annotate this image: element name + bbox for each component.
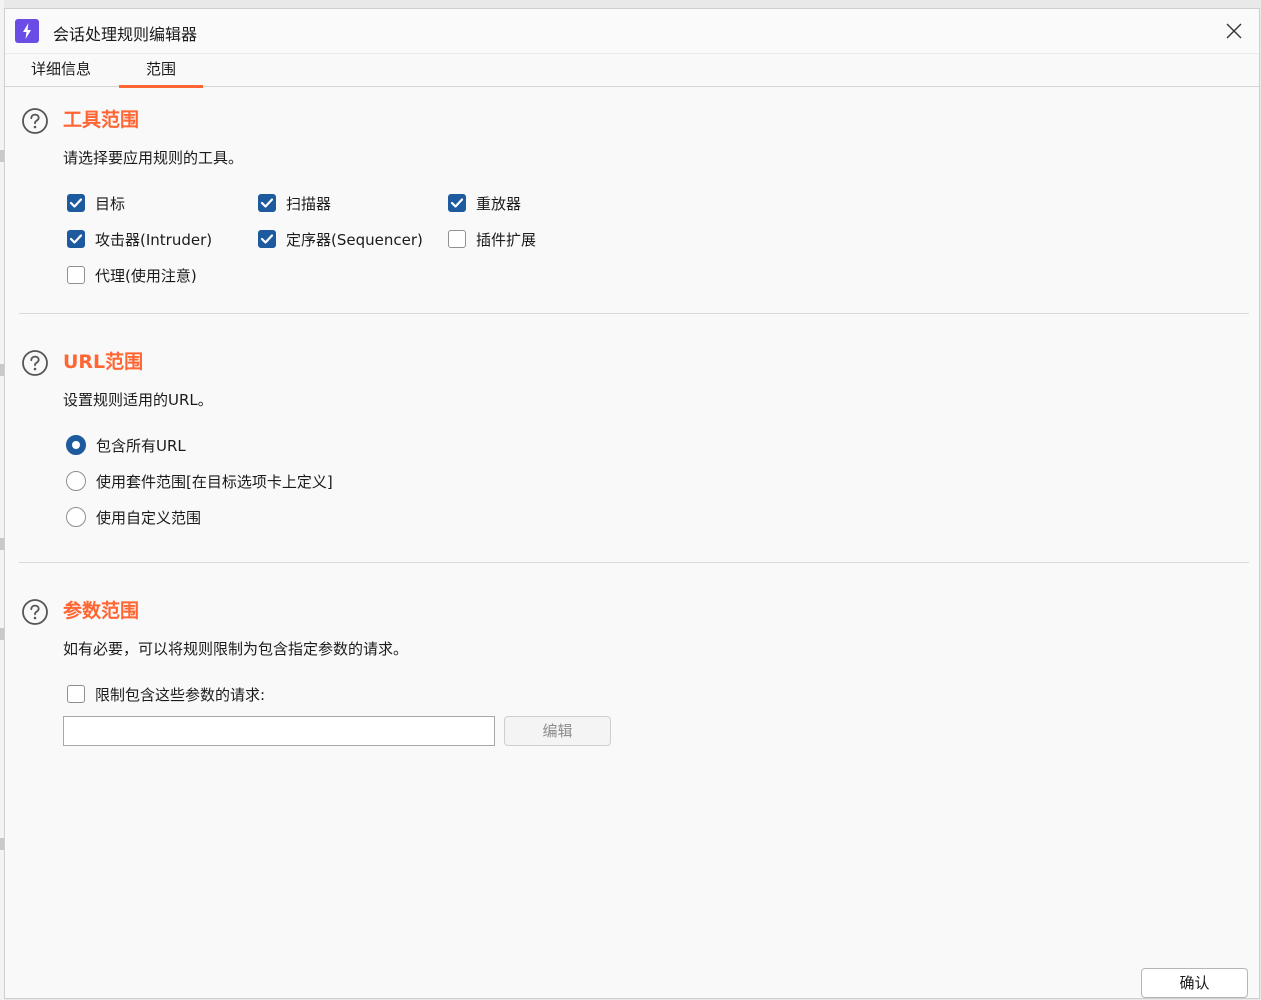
tool-scope-description: 请选择要应用规则的工具。 [63, 149, 244, 167]
radio-button[interactable] [66, 507, 86, 527]
tool-scope-title: 工具范围 [63, 109, 140, 131]
checkbox-repeater[interactable]: 重放器 [448, 191, 521, 215]
params-input[interactable] [63, 716, 495, 746]
tab-bar: 详细信息 范围 [5, 53, 1259, 88]
ok-button[interactable]: 确认 [1141, 968, 1248, 998]
session-rule-editor-dialog: 会话处理规则编辑器 详细信息 范围 工具范围 请选择要应用规则的工具。 目标 扫… [4, 8, 1260, 999]
radio-suite-scope[interactable]: 使用套件范围[在目标选项卡上定义] [66, 469, 333, 493]
section-divider [19, 313, 1249, 314]
checkbox-label: 攻击器(Intruder) [95, 230, 213, 249]
checkbox-scanner[interactable]: 扫描器 [258, 191, 331, 215]
param-scope-description: 如有必要，可以将规则限制为包含指定参数的请求。 [63, 640, 409, 658]
url-scope-title: URL范围 [63, 351, 144, 373]
url-scope-description: 设置规则适用的URL。 [63, 391, 213, 409]
checkbox-box[interactable] [448, 230, 466, 248]
help-icon[interactable] [21, 598, 49, 626]
radio-button[interactable] [66, 471, 86, 491]
radio-label: 包含所有URL [96, 436, 186, 455]
checkbox-proxy[interactable]: 代理(使用注意) [67, 263, 197, 287]
checkmark-icon [260, 234, 274, 244]
close-icon [1226, 23, 1242, 39]
checkbox-label: 目标 [95, 194, 126, 213]
radio-label: 使用自定义范围 [96, 508, 202, 527]
checkmark-icon [450, 198, 464, 208]
checkbox-box[interactable] [67, 230, 85, 248]
close-button[interactable] [1217, 15, 1251, 47]
help-icon[interactable] [21, 349, 49, 377]
radio-button[interactable] [66, 435, 86, 455]
title-bar[interactable]: 会话处理规则编辑器 [5, 9, 1259, 53]
lightning-app-icon [15, 19, 39, 43]
radio-all-urls[interactable]: 包含所有URL [66, 433, 186, 457]
radio-custom-scope[interactable]: 使用自定义范围 [66, 505, 201, 529]
checkbox-label: 定序器(Sequencer) [286, 230, 423, 249]
param-scope-title: 参数范围 [63, 600, 140, 622]
checkbox-target[interactable]: 目标 [67, 191, 125, 215]
radio-label: 使用套件范围[在目标选项卡上定义] [96, 472, 333, 491]
section-divider [19, 562, 1249, 563]
checkmark-icon [260, 198, 274, 208]
checkbox-box[interactable] [67, 266, 85, 284]
checkbox-label: 插件扩展 [476, 230, 537, 249]
window-title: 会话处理规则编辑器 [53, 25, 198, 44]
checkbox-restrict-params[interactable]: 限制包含这些参数的请求: [67, 682, 265, 706]
checkbox-extensions[interactable]: 插件扩展 [448, 227, 536, 251]
checkbox-sequencer[interactable]: 定序器(Sequencer) [258, 227, 423, 251]
checkbox-label: 代理(使用注意) [95, 266, 197, 285]
checkbox-label: 限制包含这些参数的请求: [95, 685, 266, 704]
edit-button[interactable]: 编辑 [504, 716, 611, 746]
checkmark-icon [69, 234, 83, 244]
tab-scope[interactable]: 范围 [119, 54, 203, 88]
checkbox-box[interactable] [448, 194, 466, 212]
tab-details[interactable]: 详细信息 [15, 54, 107, 88]
checkbox-box[interactable] [67, 194, 85, 212]
checkbox-label: 扫描器 [286, 194, 332, 213]
checkbox-label: 重放器 [476, 194, 522, 213]
checkmark-icon [69, 198, 83, 208]
checkbox-box[interactable] [258, 194, 276, 212]
checkbox-box[interactable] [258, 230, 276, 248]
checkbox-intruder[interactable]: 攻击器(Intruder) [67, 227, 212, 251]
checkbox-box[interactable] [67, 685, 85, 703]
help-icon[interactable] [21, 107, 49, 135]
